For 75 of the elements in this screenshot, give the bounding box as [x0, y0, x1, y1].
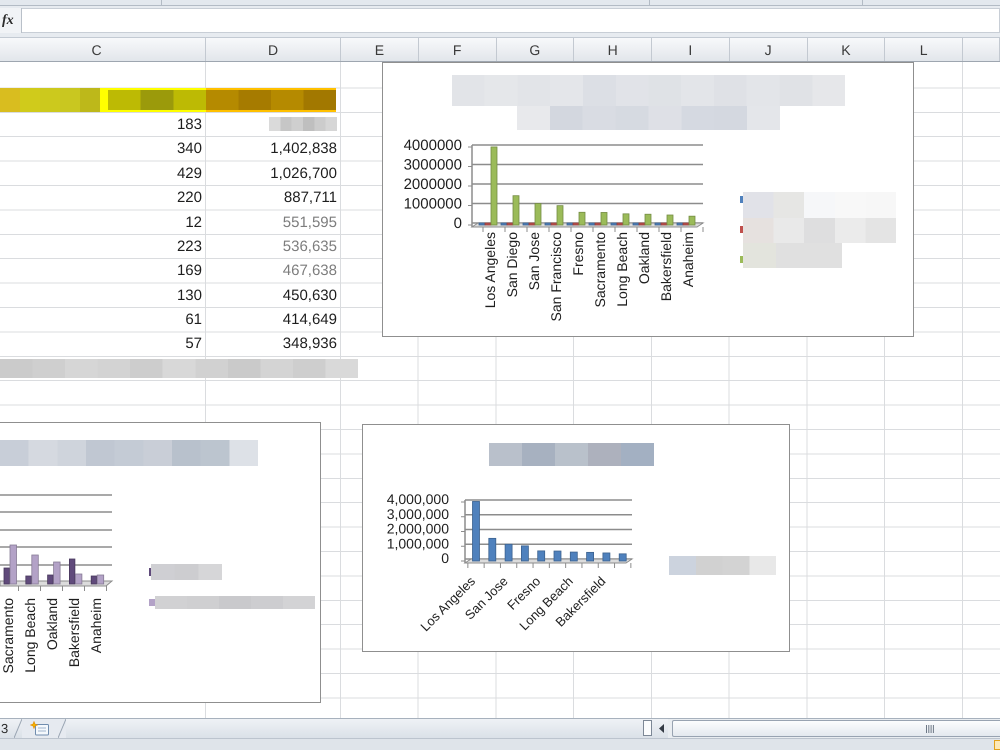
- axis-category-label: Anaheim: [88, 598, 104, 654]
- table-cell-text: 536,635: [282, 236, 338, 257]
- table-cell-text: 887,711: [282, 188, 338, 208]
- axis-category-label: Sacramento: [0, 598, 16, 674]
- axis-category-label: Fresno: [570, 232, 586, 276]
- column-header[interactable]: H: [574, 38, 652, 61]
- grip-icon: [926, 724, 935, 732]
- axis-category-label: Long Beach: [22, 598, 38, 673]
- table-cell-text: 223: [176, 236, 203, 257]
- chart-bar: [602, 552, 610, 562]
- chart-bar: [472, 501, 480, 562]
- chart-bar: [504, 544, 512, 562]
- chart-bar: [537, 550, 546, 562]
- axis-tick-label: 2000000: [404, 176, 462, 193]
- formula-input[interactable]: [22, 8, 1000, 33]
- column-header[interactable]: G: [496, 38, 574, 61]
- chart-bar: [521, 545, 529, 562]
- table-cell-text: 429: [176, 164, 203, 184]
- table-cell-text: 1,402,838: [269, 139, 338, 160]
- tab-split-handle[interactable]: [643, 720, 652, 736]
- pixelated-block: [151, 564, 222, 580]
- column-header[interactable]: L: [885, 38, 963, 61]
- page-sparkle-icon: [30, 721, 50, 736]
- axis-tick-label: 2,000,000: [386, 520, 449, 536]
- axis-category-label: Oakland: [44, 598, 60, 650]
- column-header[interactable]: I: [652, 38, 730, 61]
- table-cell-text: 220: [176, 188, 203, 208]
- chart-bar: [570, 552, 578, 562]
- table-cell-text: 551,595: [282, 212, 338, 233]
- chart-bar: [586, 552, 594, 562]
- axis-tick-label: 1,000,000: [386, 535, 449, 552]
- table-cell-text: 450,630: [282, 286, 338, 306]
- axis-category-label: San Francisco: [548, 232, 564, 322]
- column-header[interactable]: D: [206, 38, 341, 61]
- axis-category-label: San Jose: [526, 232, 542, 290]
- column-header[interactable]: [963, 38, 1000, 61]
- add-sheet-button[interactable]: [22, 719, 66, 738]
- table-cell-text: 12: [184, 212, 203, 233]
- left-arrow-icon: [658, 724, 664, 732]
- table-cell-text: 169: [176, 261, 203, 282]
- axis-category-label: Long Beach: [614, 232, 630, 307]
- table-cell-text: 467,638: [282, 261, 338, 282]
- column-header[interactable]: K: [808, 38, 886, 61]
- pixelated-block: [269, 117, 337, 132]
- insert-function-button[interactable]: fx: [0, 8, 22, 33]
- sheet-tab[interactable]: 3: [0, 719, 22, 738]
- table-cell-text: 1,026,700: [269, 164, 338, 184]
- axis-category-label: Anaheim: [680, 232, 696, 288]
- axis-tick-label: 0: [441, 550, 449, 566]
- table-cell-text: 130: [176, 286, 203, 306]
- table-cell-text: 183: [176, 114, 203, 135]
- axis-category-label: Bakersfield: [658, 232, 674, 302]
- table-cell-text: 348,936: [282, 334, 338, 354]
- chart-bar: [554, 550, 562, 562]
- axis-tick-label: 3000000: [404, 156, 462, 174]
- table-cell-text: 414,649: [282, 310, 338, 330]
- table-cell-text: 57: [184, 334, 203, 354]
- axis-tick-label: 4,000,000: [386, 491, 449, 507]
- table-cell-text: 61: [184, 310, 203, 330]
- axis-category-label: San Diego: [504, 232, 520, 298]
- column-header[interactable]: J: [730, 38, 808, 61]
- axis-tick-label: 4000000: [404, 137, 462, 154]
- axis-category-label: Los Angeles: [482, 232, 498, 308]
- column-header[interactable]: F: [418, 38, 496, 61]
- column-header[interactable]: E: [341, 38, 419, 61]
- axis-tick-label: 0: [454, 215, 462, 232]
- column-header[interactable]: C: [0, 38, 206, 61]
- axis-tick-label: 3,000,000: [386, 506, 449, 522]
- axis-tick-label: 1000000: [404, 196, 462, 212]
- axis-category-label: Sacramento: [592, 232, 608, 308]
- axis-category-label: Oakland: [636, 232, 652, 284]
- axis-category-label: Bakersfield: [66, 598, 82, 668]
- table-cell-text: 340: [176, 139, 203, 160]
- chart-bar: [488, 538, 496, 562]
- chart-bar: [618, 553, 627, 562]
